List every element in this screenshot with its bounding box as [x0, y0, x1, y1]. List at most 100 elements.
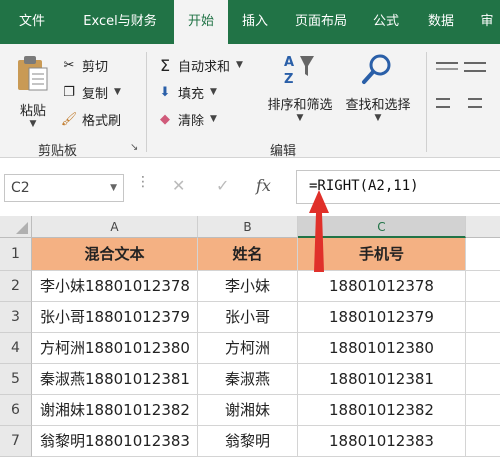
tab-file[interactable]: 文件 [6, 0, 58, 44]
column-header-d[interactable] [466, 216, 500, 238]
format-painter-button[interactable]: 🖌 格式刷 [60, 108, 121, 130]
table-cell[interactable]: 李小妹 [198, 271, 298, 302]
autosum-label: 自动求和 [178, 59, 231, 75]
find-select-dropdown-icon[interactable]: ▼ [340, 113, 416, 123]
format-painter-label: 格式刷 [82, 113, 122, 129]
copy-label: 复制 [82, 86, 109, 102]
table-cell[interactable] [466, 364, 500, 395]
paste-dropdown-icon[interactable]: ▼ [8, 119, 58, 129]
sort-filter-dropdown-icon[interactable]: ▼ [262, 113, 338, 123]
formula-controls: ✕ ✓ fx [160, 172, 292, 204]
table-cell[interactable] [466, 238, 500, 271]
paste-icon [18, 56, 48, 91]
copy-dropdown-icon[interactable]: ▼ [114, 87, 121, 97]
table-cell[interactable]: 方柯洲 [198, 333, 298, 364]
table-cell[interactable]: 谢湘妹18801012382 [32, 395, 198, 426]
align-top-button[interactable] [436, 60, 458, 76]
row-header[interactable]: 2 [0, 271, 32, 302]
table-cell[interactable]: 翁黎明 [198, 426, 298, 457]
align-middle-button[interactable] [464, 60, 486, 76]
table-cell[interactable]: 18801012379 [298, 302, 466, 333]
clipboard-group-label: 剪贴板 [38, 144, 78, 159]
cut-button[interactable]: ✂ 剪切 [60, 54, 108, 76]
table-cell[interactable]: 18801012383 [298, 426, 466, 457]
cancel-icon[interactable]: ✕ [172, 176, 185, 195]
row-header[interactable]: 7 [0, 426, 32, 457]
table-cell[interactable]: 张小哥 [198, 302, 298, 333]
ribbon-home-panel: 粘贴 ▼ ✂ 剪切 ❐ 复制 ▼ 🖌 格式刷 剪贴板 ↘ Σ 自动求和 ▼ ⬇ … [0, 44, 500, 159]
tab-insert[interactable]: 插入 [230, 0, 280, 44]
column-header-b[interactable]: B [198, 216, 298, 238]
svg-text:Z: Z [284, 72, 293, 87]
formula-bar-grip-icon[interactable]: ⋮ [136, 174, 151, 190]
fill-button[interactable]: ⬇ 填充 ▼ [156, 81, 217, 103]
tab-formulas[interactable]: 公式 [362, 0, 410, 44]
insert-function-icon[interactable]: fx [256, 176, 271, 195]
row-header[interactable]: 3 [0, 302, 32, 333]
sort-filter-icon: A Z [284, 55, 314, 87]
align-left-icon [436, 98, 450, 108]
table-cell[interactable]: 方柯洲18801012380 [32, 333, 198, 364]
autosum-dropdown-icon[interactable]: ▼ [236, 60, 243, 70]
formula-bar: C2 ▼ ⋮ ✕ ✓ fx =RIGHT(A2,11) [0, 158, 500, 216]
select-all-corner[interactable] [0, 216, 32, 238]
find-select-button[interactable]: 查找和选择 ▼ [340, 52, 416, 136]
clear-dropdown-icon[interactable]: ▼ [210, 114, 217, 124]
copy-button[interactable]: ❐ 复制 ▼ [60, 81, 121, 103]
table-cell[interactable] [466, 271, 500, 302]
tab-review[interactable]: 审 [472, 0, 500, 44]
table-cell[interactable]: 张小哥18801012379 [32, 302, 198, 333]
find-select-label: 查找和选择 [345, 98, 411, 113]
table-cell[interactable]: 18801012381 [298, 364, 466, 395]
paste-button[interactable]: 粘贴 ▼ [8, 52, 58, 136]
clipboard-launcher-icon[interactable]: ↘ [130, 142, 138, 153]
table-cell[interactable]: 秦淑燕18801012381 [32, 364, 198, 395]
align-middle-icon [464, 62, 486, 72]
column-header-a[interactable]: A [32, 216, 198, 238]
header-cell-phone[interactable]: 手机号 [298, 238, 466, 271]
sort-filter-button[interactable]: A Z 排序和筛选 ▼ [262, 52, 338, 136]
align-center-button[interactable] [464, 98, 486, 114]
enter-icon[interactable]: ✓ [216, 176, 229, 195]
table-cell[interactable] [466, 333, 500, 364]
table-cell[interactable]: 18801012378 [298, 271, 466, 302]
name-box[interactable]: C2 ▼ [4, 174, 124, 202]
table-cell[interactable]: 秦淑燕 [198, 364, 298, 395]
cut-label: 剪切 [82, 59, 109, 75]
tab-excel-finance[interactable]: Excel与财务 [66, 0, 174, 44]
autosum-button[interactable]: Σ 自动求和 ▼ [156, 54, 243, 76]
formula-input[interactable]: =RIGHT(A2,11) [296, 170, 500, 204]
row-header[interactable]: 4 [0, 333, 32, 364]
fill-dropdown-icon[interactable]: ▼ [210, 87, 217, 97]
tab-home[interactable]: 开始 [174, 0, 228, 44]
clear-button[interactable]: ◆ 清除 ▼ [156, 108, 217, 130]
tab-data[interactable]: 数据 [416, 0, 466, 44]
table-cell[interactable]: 18801012382 [298, 395, 466, 426]
fill-down-icon: ⬇ [159, 84, 171, 100]
table-cell[interactable]: 谢湘妹 [198, 395, 298, 426]
align-left-button[interactable] [436, 98, 458, 114]
row-header[interactable]: 1 [0, 238, 32, 271]
tab-page-layout[interactable]: 页面布局 [284, 0, 358, 44]
header-cell-mixed-text[interactable]: 混合文本 [32, 238, 198, 271]
copy-icon: ❐ [63, 84, 75, 100]
row-header[interactable]: 5 [0, 364, 32, 395]
name-box-dropdown-icon[interactable]: ▼ [110, 175, 117, 201]
table-cell[interactable] [466, 426, 500, 457]
fill-label: 填充 [178, 86, 205, 102]
table-cell[interactable]: 18801012380 [298, 333, 466, 364]
name-box-value: C2 [11, 180, 30, 196]
sort-filter-label: 排序和筛选 [267, 98, 333, 113]
table-cell[interactable]: 李小妹18801012378 [32, 271, 198, 302]
ribbon-separator [146, 52, 147, 152]
table-cell[interactable]: 翁黎明18801012383 [32, 426, 198, 457]
table-cell[interactable] [466, 395, 500, 426]
column-header-c[interactable]: C [298, 216, 466, 238]
row-header[interactable]: 6 [0, 395, 32, 426]
header-cell-name[interactable]: 姓名 [198, 238, 298, 271]
svg-text:A: A [284, 55, 294, 70]
clear-label: 清除 [178, 113, 205, 129]
align-top-icon [436, 62, 458, 70]
table-cell[interactable] [466, 302, 500, 333]
magnifier-icon [362, 54, 391, 84]
